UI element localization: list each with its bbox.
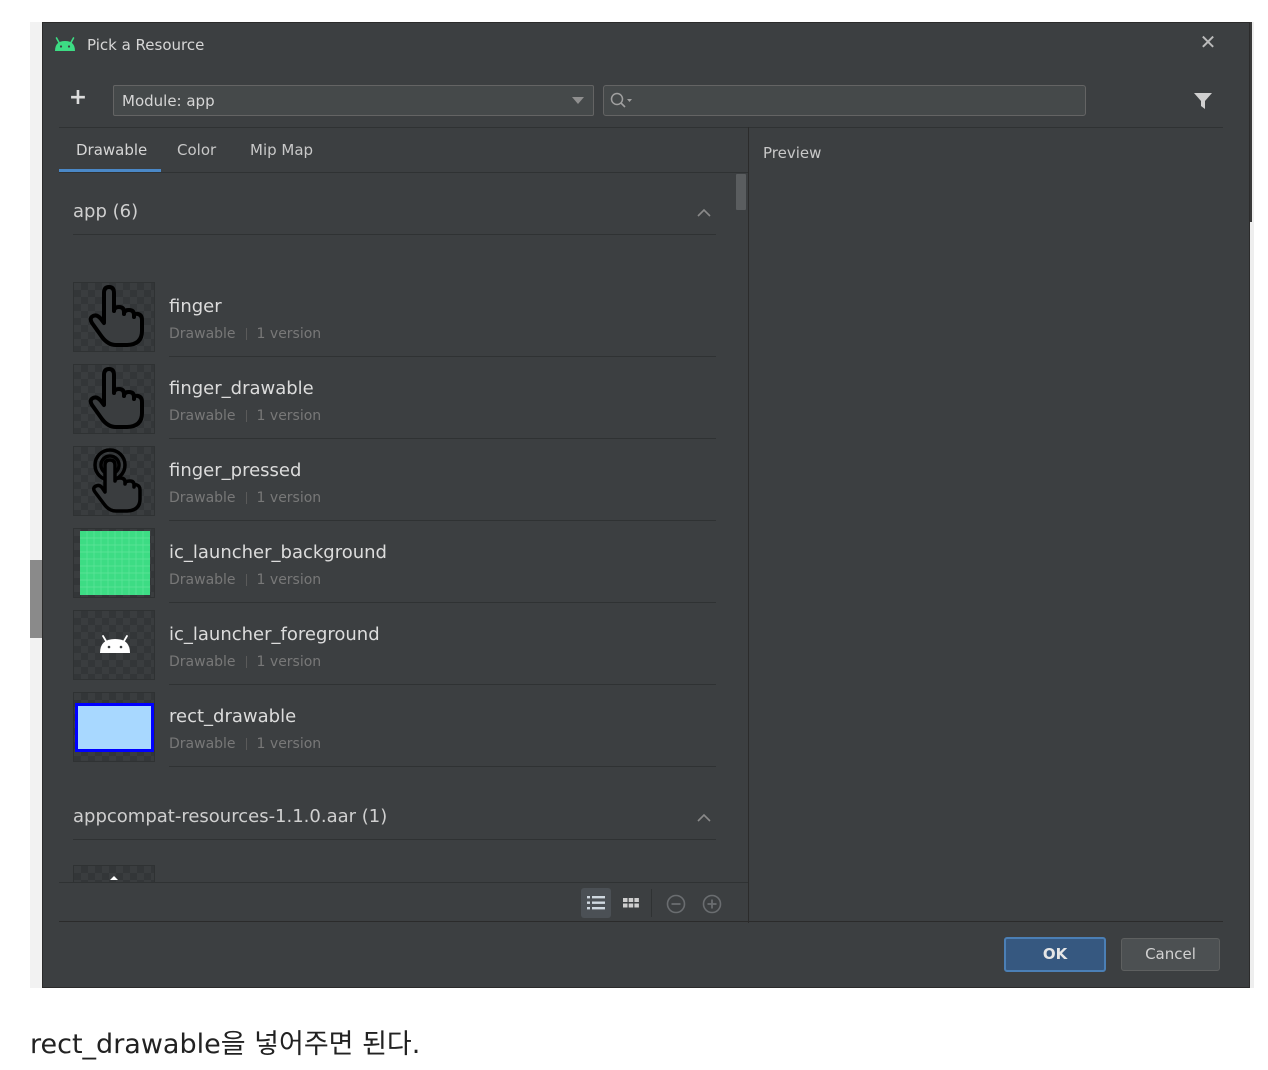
resource-meta: Drawable 1 version xyxy=(169,654,322,670)
caption-text: rect_drawable을 넣어주면 된다. xyxy=(30,1029,421,1060)
zoom-in-icon[interactable] xyxy=(701,893,723,915)
resource-thumbnail xyxy=(73,282,155,352)
section-divider xyxy=(73,839,716,840)
resource-thumbnail xyxy=(73,364,155,434)
resource-meta: Drawable 1 version xyxy=(169,572,322,588)
grid-view-icon[interactable] xyxy=(616,888,646,918)
resource-name: finger_drawable xyxy=(169,378,314,399)
resource-thumbnail xyxy=(73,692,155,762)
hand-pointer-icon xyxy=(88,285,144,347)
toolbar-separator xyxy=(651,889,652,917)
search-input[interactable] xyxy=(636,90,1080,113)
toolbar-divider xyxy=(59,127,1223,128)
panel-splitter[interactable] xyxy=(748,127,749,923)
list-bottom-divider xyxy=(59,882,748,883)
section-count: (1) xyxy=(361,806,388,827)
resource-thumbnail xyxy=(73,865,155,882)
resource-thumbnail xyxy=(73,610,155,680)
android-head-icon xyxy=(100,635,130,653)
blue-rectangle-image xyxy=(75,703,154,752)
list-item-ic-launcher-background[interactable]: ic_launcher_background Drawable 1 version xyxy=(73,523,716,605)
row-divider xyxy=(169,684,716,685)
filter-icon[interactable] xyxy=(1193,92,1213,110)
add-resource-button[interactable]: + xyxy=(67,87,89,109)
title-bar: Pick a Resource ✕ xyxy=(43,23,1249,69)
green-grid-image xyxy=(80,531,150,595)
resource-meta: Drawable 1 version xyxy=(169,326,322,342)
close-icon[interactable]: ✕ xyxy=(1197,31,1219,53)
section-header-app[interactable]: app (6) xyxy=(73,201,138,222)
resource-name: ic_launcher_foreground xyxy=(169,624,380,645)
section-name: app xyxy=(73,201,107,222)
ok-button[interactable]: OK xyxy=(1004,937,1106,972)
list-item-ic-launcher-foreground[interactable]: ic_launcher_foreground Drawable 1 version xyxy=(73,605,716,687)
resource-meta: Drawable 1 version xyxy=(169,408,322,424)
android-icon xyxy=(55,37,75,51)
list-view-icon[interactable] xyxy=(581,888,611,918)
resource-name: rect_drawable xyxy=(169,706,297,727)
resource-meta: Drawable 1 version xyxy=(169,736,322,752)
resource-tabs: Drawable Color Mip Map xyxy=(59,129,749,173)
row-divider xyxy=(169,520,716,521)
resource-name: ic_launcher_background xyxy=(169,542,387,563)
list-scrollbar[interactable] xyxy=(736,174,746,210)
search-field[interactable] xyxy=(603,85,1086,116)
list-item-partial[interactable] xyxy=(73,860,716,882)
row-divider xyxy=(169,602,716,603)
pick-resource-dialog: Pick a Resource ✕ + Module: app Drawable… xyxy=(42,22,1250,988)
list-item-finger-pressed[interactable]: finger_pressed Drawable 1 version xyxy=(73,441,716,523)
row-divider xyxy=(169,356,716,357)
resource-thumbnail xyxy=(73,446,155,516)
row-divider xyxy=(169,766,716,767)
section-header-appcompat[interactable]: appcompat-resources-1.1.0.aar (1) xyxy=(73,806,387,827)
list-item-finger[interactable]: finger Drawable 1 version xyxy=(73,277,716,359)
tab-color[interactable]: Color xyxy=(177,141,216,159)
resource-name: finger xyxy=(169,296,222,317)
list-item-finger-drawable[interactable]: finger_drawable Drawable 1 version xyxy=(73,359,716,441)
resource-meta: Drawable 1 version xyxy=(169,490,322,506)
list-item-rect-drawable[interactable]: rect_drawable Drawable 1 version xyxy=(73,687,716,769)
module-dropdown-value: Module: app xyxy=(122,92,215,110)
preview-label: Preview xyxy=(763,144,822,162)
row-divider xyxy=(169,438,716,439)
background-ide-strip xyxy=(30,560,42,638)
resource-name: finger_pressed xyxy=(169,460,302,481)
section-divider xyxy=(73,234,716,235)
footer-divider xyxy=(59,921,1223,922)
arrow-up-icon xyxy=(110,876,118,880)
chevron-down-icon xyxy=(572,97,584,104)
tab-mip-map[interactable]: Mip Map xyxy=(250,141,313,159)
chevron-up-icon[interactable] xyxy=(697,206,711,220)
search-icon xyxy=(610,92,632,108)
dialog-title: Pick a Resource xyxy=(87,36,205,54)
zoom-out-icon[interactable] xyxy=(665,893,687,915)
chevron-up-icon[interactable] xyxy=(697,811,711,825)
section-count: (6) xyxy=(112,201,139,222)
hand-pointer-icon xyxy=(88,367,144,429)
tab-drawable[interactable]: Drawable xyxy=(76,141,147,159)
hand-pressed-icon xyxy=(91,448,142,513)
resource-thumbnail xyxy=(73,528,155,598)
module-dropdown[interactable]: Module: app xyxy=(113,85,594,116)
resource-list: app (6) finger Drawable 1 version finger… xyxy=(59,173,748,882)
cancel-button[interactable]: Cancel xyxy=(1121,938,1220,971)
section-name: appcompat-resources-1.1.0.aar xyxy=(73,806,357,827)
